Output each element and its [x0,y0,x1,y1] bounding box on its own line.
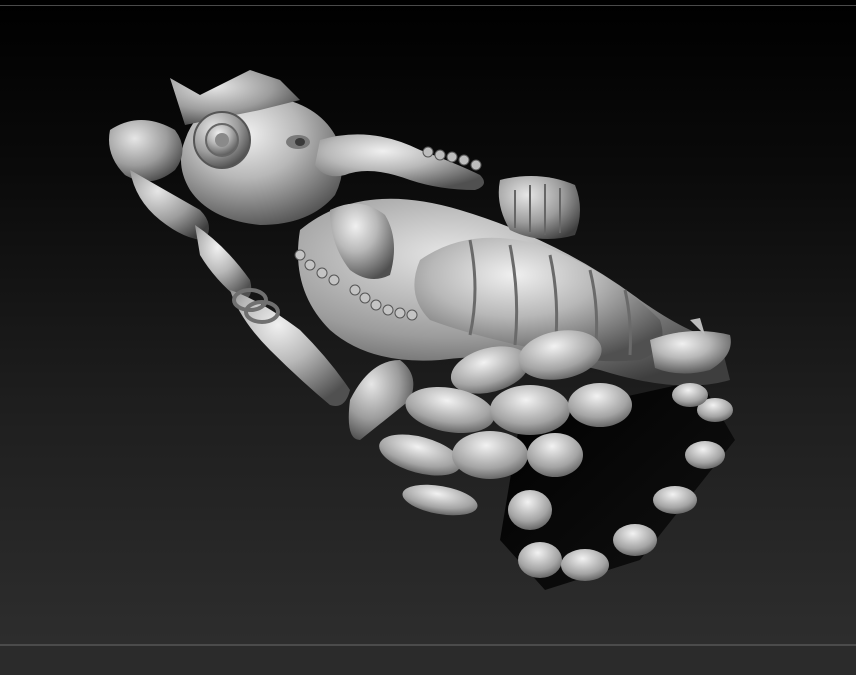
3d-viewport-canvas[interactable] [0,0,856,675]
sculpted-ganesha-model[interactable] [0,0,856,673]
viewport-bottom-bar [0,644,856,675]
model-body [109,70,735,590]
